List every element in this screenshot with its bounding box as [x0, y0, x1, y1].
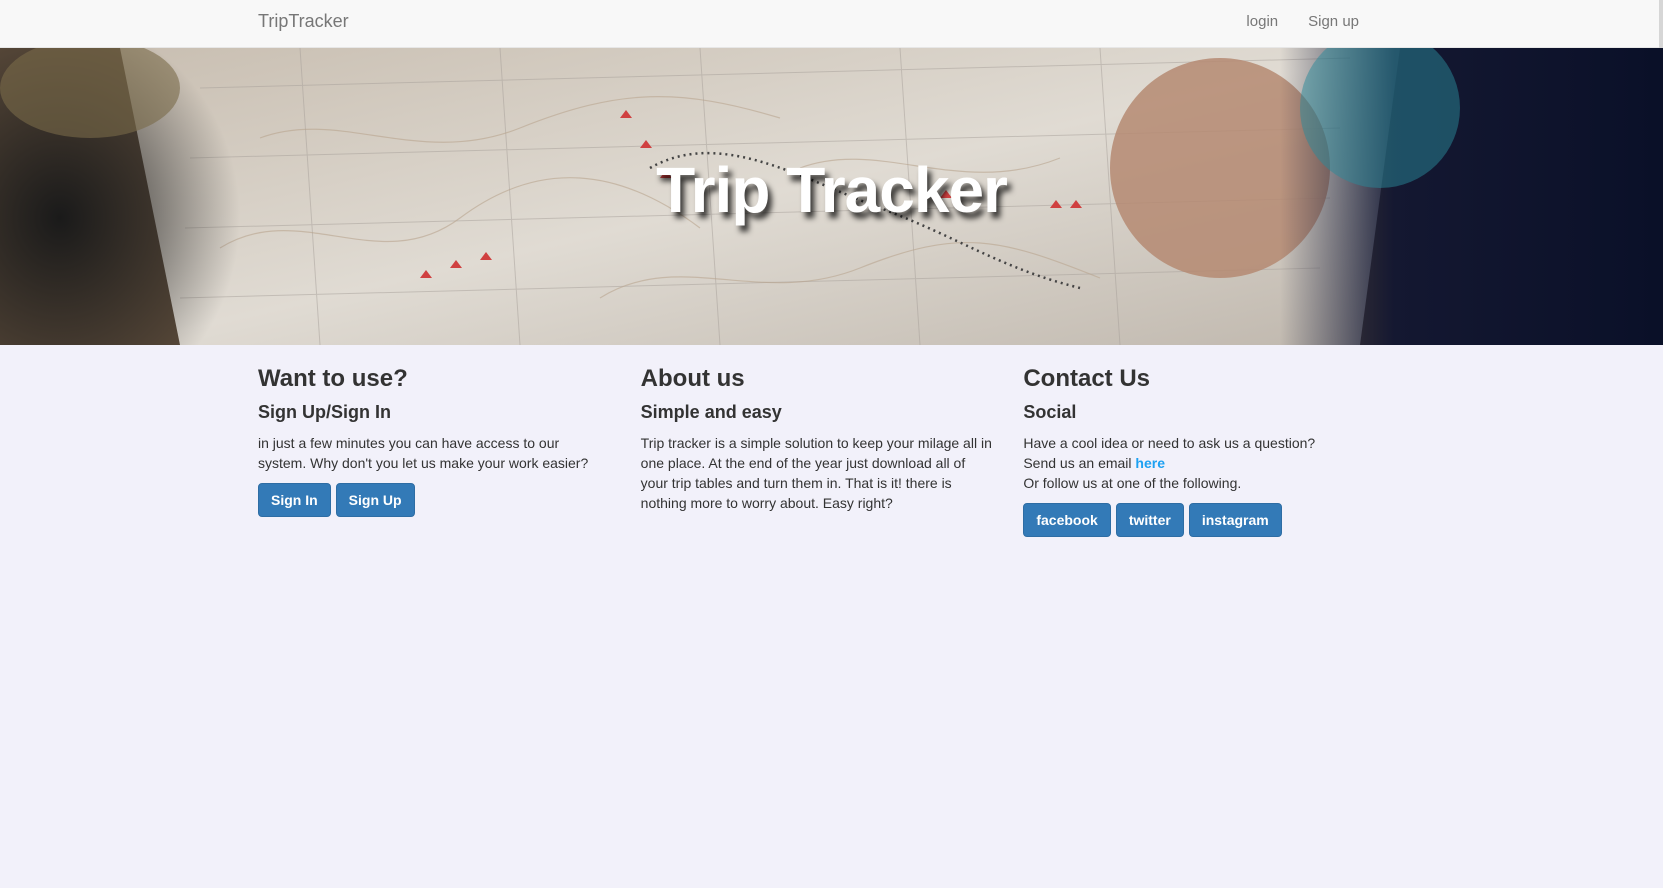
facebook-button[interactable]: facebook — [1023, 503, 1111, 538]
sign-up-button[interactable]: Sign Up — [335, 483, 415, 518]
social-buttons: facebook twitter instagram — [1023, 503, 1376, 538]
about-us-section: About us Simple and easy Trip tracker is… — [641, 345, 1024, 537]
sign-in-button[interactable]: Sign In — [258, 483, 331, 518]
about-heading: About us — [640, 365, 745, 392]
contact-line-3: Or follow us at one of the following. — [1023, 475, 1242, 492]
want-heading: Want to use? — [258, 365, 408, 392]
brand-link[interactable]: TripTracker — [258, 11, 349, 32]
want-text: in just a few minutes you can have acces… — [258, 435, 589, 472]
main-content: Want to use? Sign Up/Sign In in just a f… — [258, 345, 1406, 538]
twitter-button[interactable]: twitter — [1115, 503, 1184, 538]
nav-login-link[interactable]: login — [1246, 13, 1278, 30]
navbar: TripTracker login Sign up — [0, 0, 1663, 48]
about-text: Trip tracker is a simple solution to kee… — [640, 435, 992, 512]
about-subheading: Simple and easy — [640, 401, 782, 422]
want-subheading: Sign Up/Sign In — [258, 401, 391, 422]
contact-line-2-prefix: Send us an email — [1023, 455, 1136, 472]
nav-signup-link[interactable]: Sign up — [1308, 13, 1359, 30]
contact-text: Have a cool idea or need to ask us a que… — [1023, 433, 1376, 493]
hero-title: Trip Tracker — [656, 154, 1008, 226]
contact-line-1: Have a cool idea or need to ask us a que… — [1023, 435, 1316, 452]
contact-subheading: Social — [1023, 401, 1077, 422]
email-here-link[interactable]: here — [1135, 455, 1165, 471]
hero-banner: Trip Tracker — [0, 48, 1663, 345]
auth-buttons: Sign In Sign Up — [258, 483, 611, 518]
contact-heading: Contact Us — [1023, 365, 1151, 392]
want-to-use-section: Want to use? Sign Up/Sign In in just a f… — [258, 345, 641, 537]
nav-links: login Sign up — [1246, 13, 1359, 30]
contact-us-section: Contact Us Social Have a cool idea or ne… — [1023, 345, 1406, 538]
instagram-button[interactable]: instagram — [1188, 503, 1282, 538]
scrollbar[interactable] — [1659, 0, 1663, 48]
